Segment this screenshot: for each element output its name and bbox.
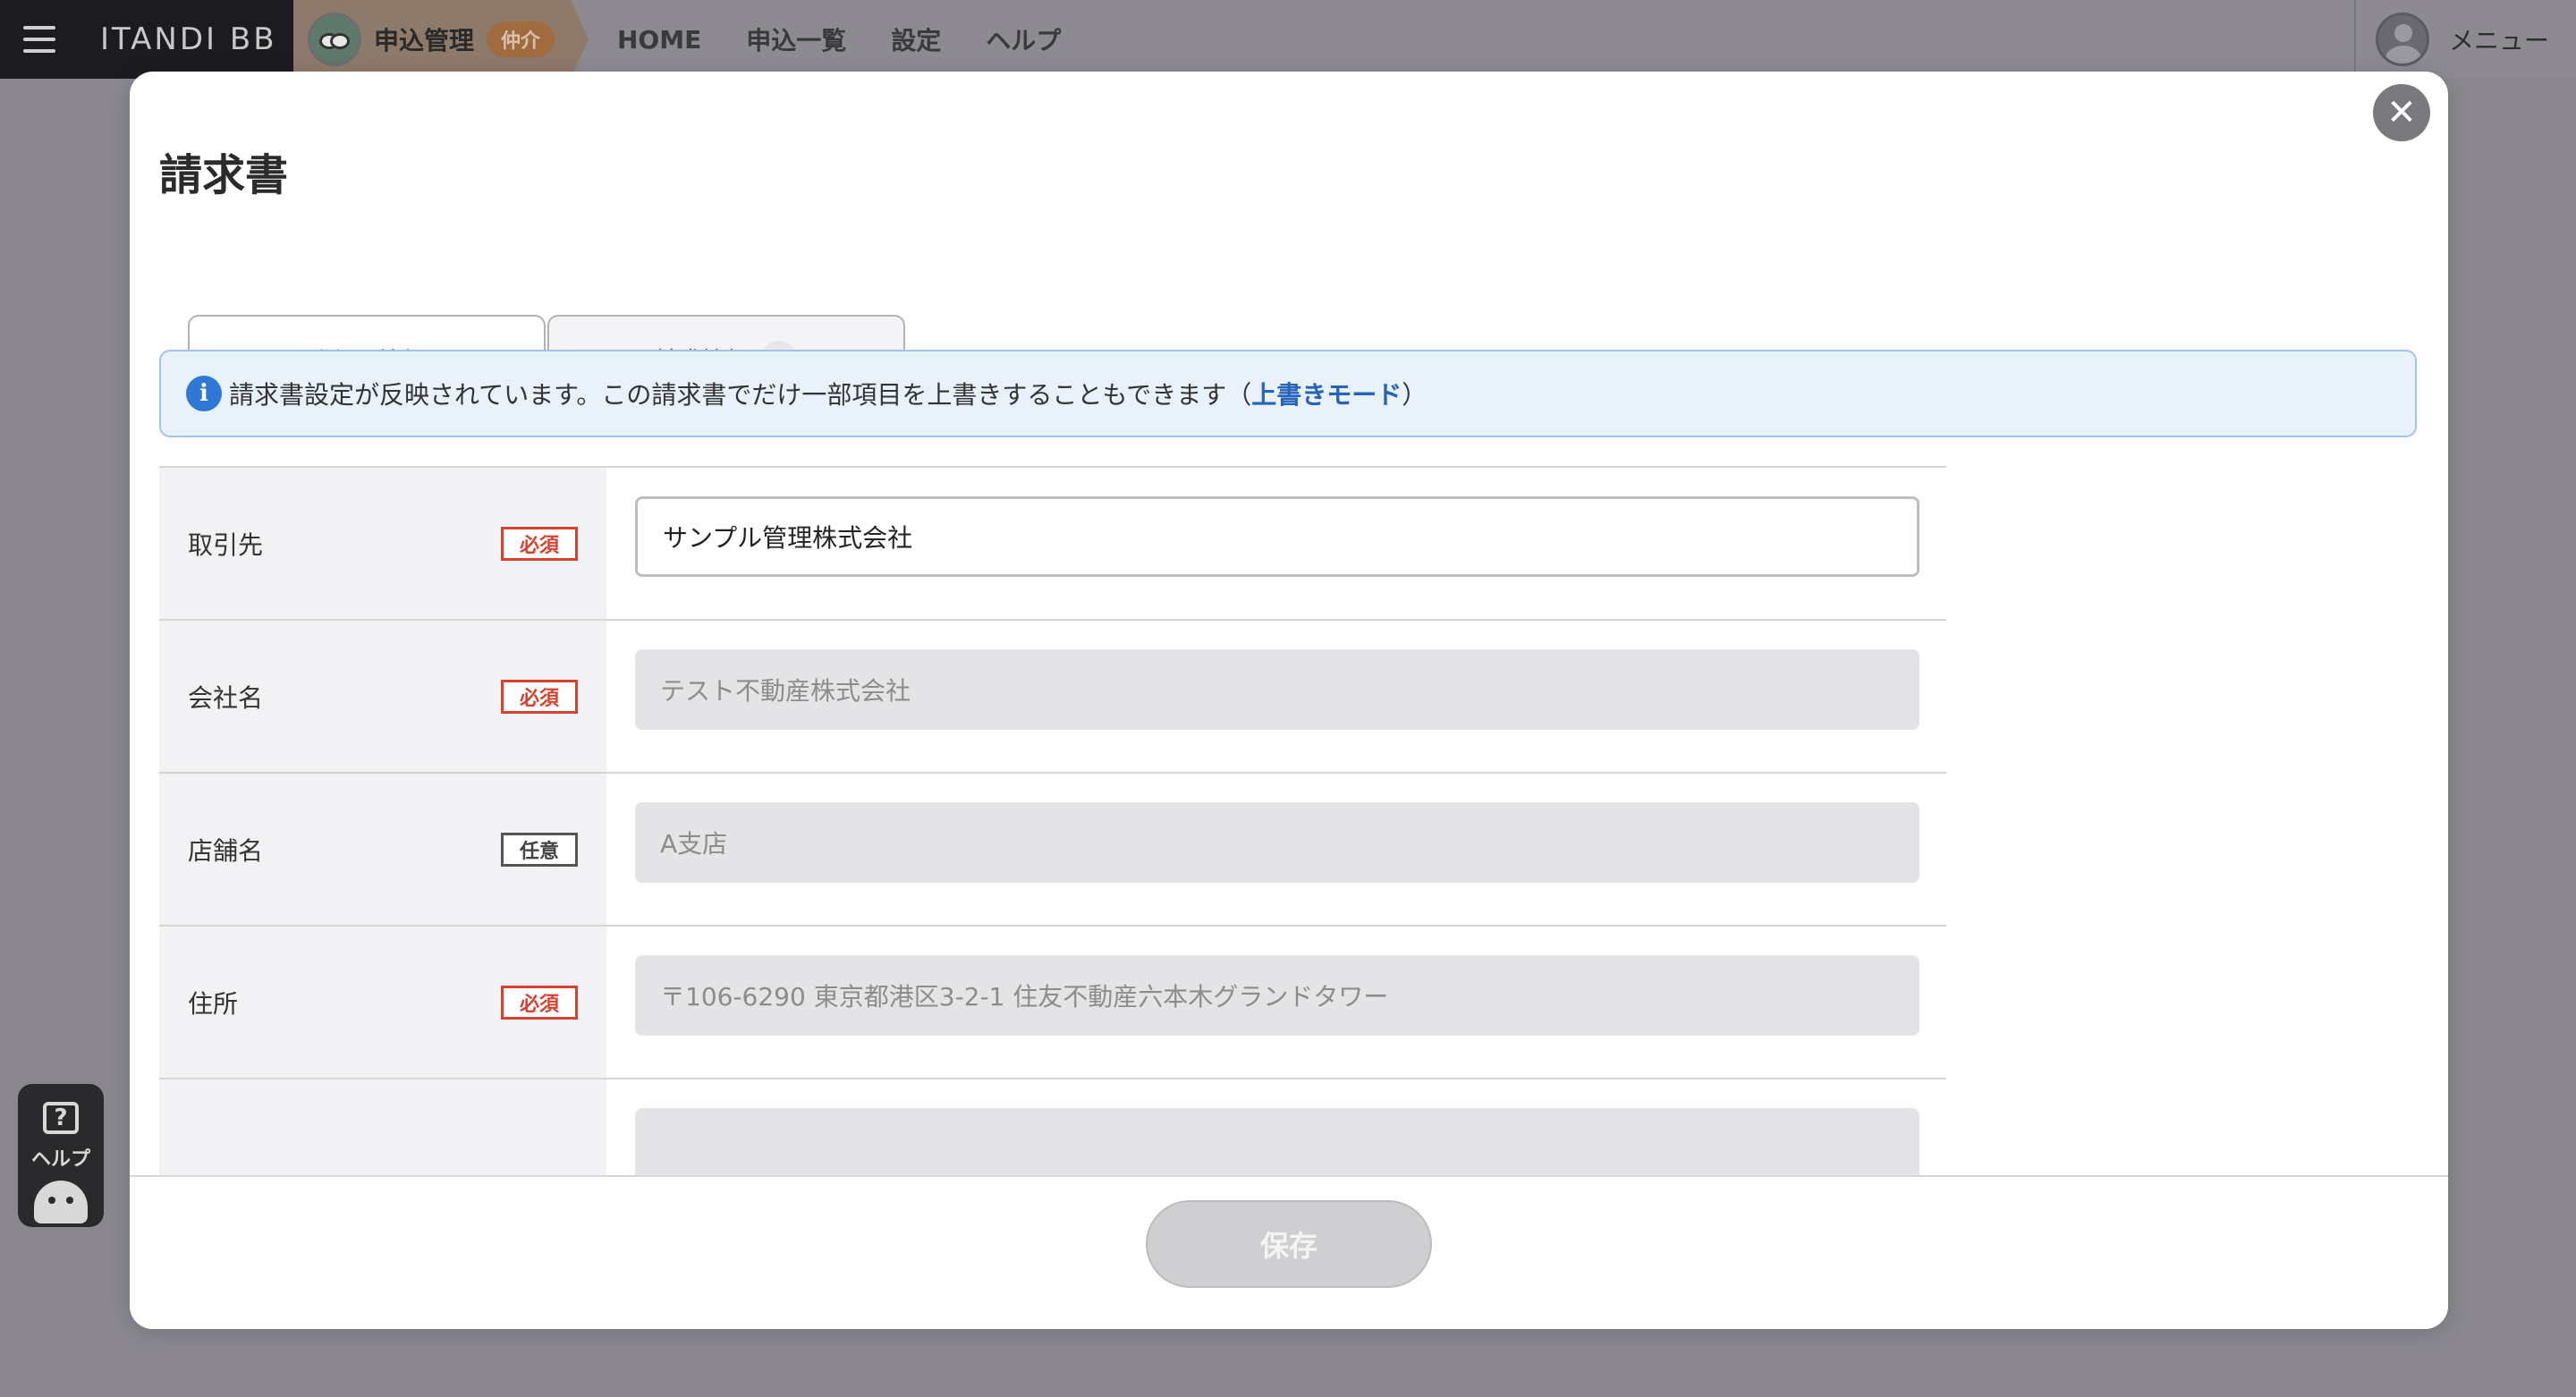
avatar-icon [2376, 13, 2429, 66]
required-badge: 必須 [501, 680, 578, 714]
field-label: 店舗名 [188, 835, 264, 866]
main-nav: HOME 申込一覧 設定 ヘルプ [617, 0, 1061, 79]
required-badge: 必須 [501, 986, 578, 1020]
info-banner: i 請求書設定が反映されています。この請求書でだけ一部項目を上書きすることもでき… [159, 350, 2417, 437]
brand-logo[interactable]: ITANDI BB [79, 0, 293, 79]
product-switcher[interactable]: 申込管理 仲介 [293, 0, 589, 79]
nav-link-help[interactable]: ヘルプ [986, 21, 1061, 57]
form-row-address: 住所 必須 [159, 927, 1946, 1080]
user-menu-label: メニュー [2449, 26, 2550, 55]
user-menu[interactable]: メニュー [2354, 0, 2576, 79]
field-label: 会社名 [188, 682, 264, 713]
save-button[interactable]: 保存 [1146, 1200, 1432, 1288]
partner-input[interactable] [635, 496, 1919, 577]
mascot-icon [308, 13, 361, 66]
issuer-form: 取引先 必須 会社名 必須 店舗名 任意 住所 必須 [159, 466, 1946, 1217]
field-label: 取引先 [188, 529, 264, 560]
info-icon: i [186, 376, 222, 411]
field-label: 住所 [188, 988, 239, 1019]
form-row-partner: 取引先 必須 [159, 468, 1946, 621]
override-mode-link[interactable]: 上書きモード [1251, 380, 1402, 410]
required-badge: 必須 [501, 527, 578, 561]
product-name: 申込管理 [374, 26, 475, 55]
form-row-store-name: 店舗名 任意 [159, 774, 1946, 927]
store-name-input [635, 802, 1919, 883]
hamburger-menu-icon[interactable] [0, 0, 79, 79]
company-name-input [635, 649, 1919, 730]
invoice-modal: ✕ 請求書 発行元情報 請求情報 1 i 請求書設定が反映されています。この請求… [130, 72, 2448, 1329]
modal-title: 請求書 [159, 150, 289, 200]
bear-mascot-icon [34, 1181, 88, 1223]
nav-link-settings[interactable]: 設定 [891, 21, 941, 57]
product-badge: 仲介 [487, 21, 555, 57]
modal-footer: 保存 [130, 1175, 2448, 1329]
help-question-icon: ? [43, 1102, 79, 1134]
form-row-company-name: 会社名 必須 [159, 621, 1946, 774]
top-navigation-bar: ITANDI BB 申込管理 仲介 HOME 申込一覧 設定 ヘルプ メニュー [0, 0, 2576, 79]
help-widget[interactable]: ? ヘルプ [18, 1084, 104, 1227]
nav-link-home[interactable]: HOME [617, 25, 701, 55]
nav-link-applications[interactable]: 申込一覧 [746, 21, 846, 57]
help-widget-label: ヘルプ [30, 1148, 90, 1171]
info-text: 請求書設定が反映されています。この請求書でだけ一部項目を上書きすることもできます… [229, 380, 1428, 410]
close-icon[interactable]: ✕ [2373, 84, 2430, 141]
optional-badge: 任意 [501, 833, 578, 867]
address-input [635, 955, 1919, 1036]
